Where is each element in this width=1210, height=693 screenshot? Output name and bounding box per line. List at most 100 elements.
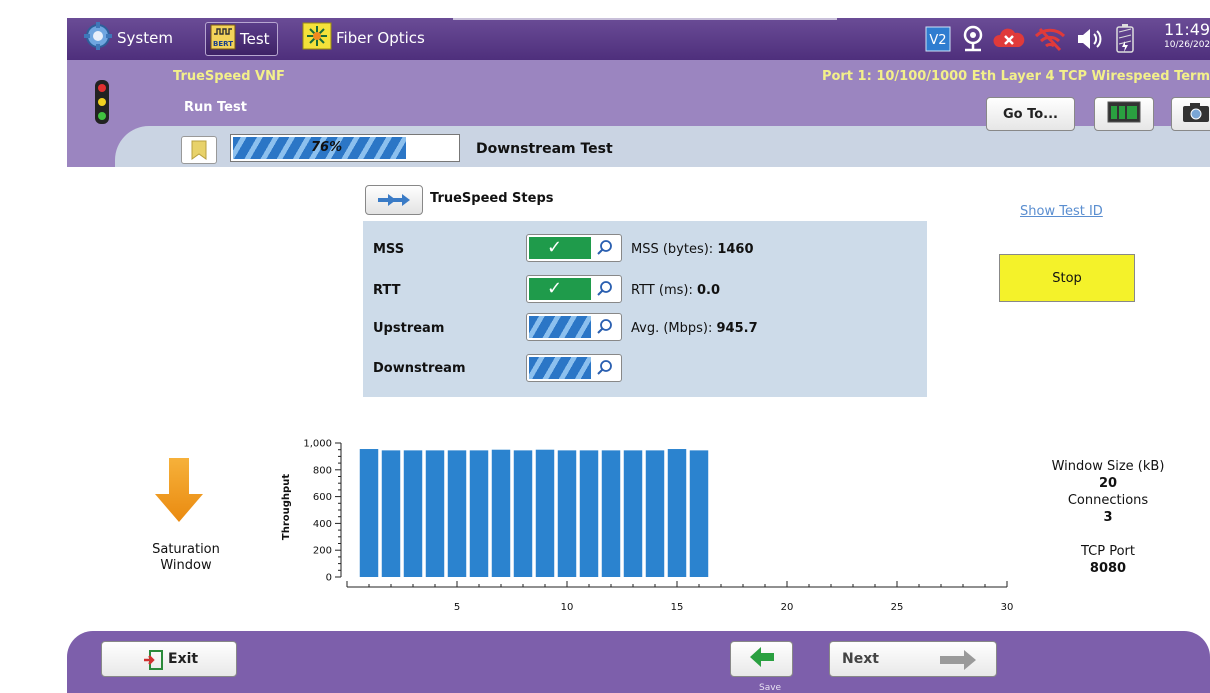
tcp-port-label: TCP Port	[1081, 544, 1135, 559]
traffic-light-icon[interactable]	[95, 80, 109, 124]
tab-test[interactable]: BERT Test	[205, 22, 278, 56]
battery-icon[interactable]	[1113, 24, 1137, 53]
bar	[645, 450, 665, 577]
bar	[601, 450, 621, 577]
next-label: Next	[842, 651, 879, 667]
x-tick-label: 20	[781, 602, 794, 613]
y-tick-label: 400	[313, 519, 332, 530]
step-mss-status[interactable]: ✓	[526, 234, 622, 262]
footer: Exit Save Next	[67, 631, 1210, 693]
step-upstream-result-value: 945.7	[716, 321, 758, 336]
step-upstream-result: Avg. (Mbps): 945.7	[631, 321, 758, 336]
tab-system[interactable]: System	[83, 22, 173, 54]
step-mss-result: MSS (bytes): 1460	[631, 242, 754, 257]
y-tick-label: 800	[313, 465, 332, 476]
steps-panel: MSS ✓ MSS (bytes): 1460 RTT ✓ RTT (ms): …	[363, 221, 927, 397]
y-tick-label: 200	[313, 546, 332, 557]
test-name: TrueSpeed VNF	[173, 69, 285, 84]
exit-icon	[142, 649, 164, 675]
x-tick-label: 30	[1001, 602, 1014, 613]
y-tick-label: 1,000	[303, 439, 332, 450]
v2-icon[interactable]: V2	[925, 25, 951, 53]
step-mss-result-label: MSS (bytes):	[631, 242, 714, 257]
v2-icon-text: V2	[929, 33, 946, 48]
bookmark-button[interactable]	[181, 136, 217, 164]
step-rtt-result-value: 0.0	[696, 283, 721, 298]
step-rtt-label: RTT	[373, 283, 401, 298]
test-progress-bar: 76%	[230, 134, 460, 162]
magnifier-icon	[597, 281, 612, 296]
throughput-chart: 0 200 400 600 800 1,000 5 10 15 20 25 30 Throughput	[281, 432, 1014, 613]
tab-test-label: Test	[240, 30, 270, 48]
step-upstream-label: Upstream	[373, 321, 445, 336]
bar	[557, 450, 577, 577]
fiber-icon	[302, 22, 332, 54]
screenshot-button[interactable]	[1171, 97, 1210, 131]
wifi-icon[interactable]	[1033, 25, 1067, 53]
step-rtt-result: RTT (ms): 0.0	[631, 283, 720, 298]
clock-time: 11:49	[1164, 20, 1210, 39]
test-progress-text: 76%	[311, 140, 343, 155]
bar	[447, 450, 467, 577]
saturation-line1: Saturation	[152, 542, 220, 557]
section-title: Run Test	[184, 100, 247, 115]
test-parameters: Window Size (kB) 20 Connections 3 TCP Po…	[1035, 458, 1181, 577]
check-icon: ✓	[547, 237, 563, 258]
dashboard-icon	[1107, 101, 1141, 127]
screen: System BERT Test Fiber Optics V2 11:49 1…	[67, 0, 1210, 693]
current-stage: Downstream Test	[476, 141, 613, 157]
x-tick-label: 10	[561, 602, 574, 613]
bar	[403, 450, 423, 577]
tab-system-label: System	[117, 29, 173, 47]
top-bar: System BERT Test Fiber Optics V2 11:49 1…	[67, 18, 1210, 60]
saturation-window-label: Saturation Window	[131, 542, 241, 574]
tab-fiber-optics-label: Fiber Optics	[336, 29, 425, 47]
bar	[491, 449, 511, 577]
down-arrow-icon	[153, 458, 205, 522]
step-upstream-status[interactable]	[526, 313, 622, 341]
magnifier-icon	[597, 319, 612, 334]
cloud-icon[interactable]	[993, 25, 1025, 53]
x-tick-label: 25	[891, 602, 904, 613]
connections-value: 3	[1103, 510, 1113, 525]
exit-button[interactable]: Exit	[101, 641, 237, 677]
go-to-label: Go To...	[1002, 106, 1058, 122]
window-size-label: Window Size (kB)	[1051, 459, 1165, 474]
speaker-icon[interactable]	[1075, 25, 1105, 53]
title-strip	[453, 18, 837, 20]
bar	[623, 450, 643, 577]
show-test-id-link[interactable]: Show Test ID	[1020, 204, 1103, 219]
step-upstream-fill	[529, 316, 591, 338]
stop-button[interactable]: Stop	[999, 254, 1135, 302]
step-upstream-result-label: Avg. (Mbps):	[631, 321, 713, 336]
step-rtt-result-label: RTT (ms):	[631, 283, 693, 298]
bar	[469, 450, 489, 577]
step-downstream-status[interactable]	[526, 354, 622, 382]
camera-icon	[1181, 101, 1210, 127]
step-rtt-status[interactable]: ✓	[526, 275, 622, 303]
y-axis-label: Throughput	[281, 474, 292, 540]
y-tick-label: 600	[313, 492, 332, 503]
gps-icon[interactable]	[959, 25, 987, 53]
magnifier-icon	[597, 240, 612, 255]
y-tick-label: 0	[326, 573, 332, 584]
step-downstream-label: Downstream	[373, 361, 466, 376]
arrow-right-icon	[938, 649, 978, 675]
x-tick-label: 5	[454, 602, 460, 613]
next-button[interactable]: Next	[829, 641, 997, 677]
steps-title: TrueSpeed Steps	[430, 191, 554, 206]
bookmark-icon	[182, 140, 216, 167]
step-downstream-fill	[529, 357, 591, 379]
truespeed-steps-button[interactable]	[365, 185, 423, 215]
dashboard-button[interactable]	[1094, 97, 1154, 131]
exit-label: Exit	[168, 651, 199, 667]
bert-icon-text: BERT	[213, 40, 233, 48]
saturation-line2: Window	[160, 558, 212, 573]
tab-fiber-optics[interactable]: Fiber Optics	[302, 22, 425, 54]
step-mss-fill: ✓	[529, 237, 591, 259]
back-save-button[interactable]	[730, 641, 793, 677]
bar	[359, 449, 379, 577]
go-to-button[interactable]: Go To...	[986, 97, 1075, 131]
bar	[513, 450, 533, 577]
tcp-port-value: 8080	[1089, 561, 1127, 576]
